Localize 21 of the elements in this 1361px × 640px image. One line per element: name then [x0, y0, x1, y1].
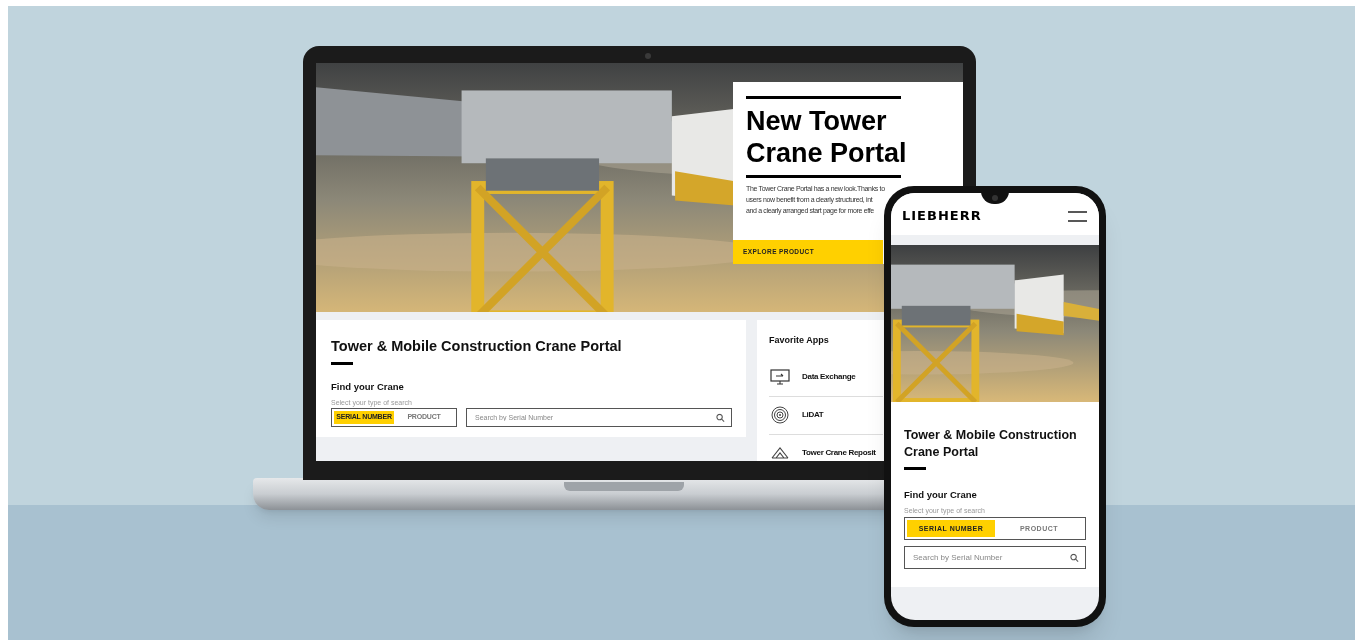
app-list-item[interactable]: Tower Crane Reposit — [769, 433, 883, 461]
menu-icon[interactable] — [1068, 210, 1087, 222]
app-label: Tower Crane Reposit — [802, 447, 876, 459]
search-icon[interactable] — [716, 413, 725, 422]
app-label: Data Exchange — [802, 370, 856, 383]
card-title: Favorite Apps — [769, 334, 830, 347]
app-label: LiDAT — [802, 409, 824, 421]
title-underline — [904, 467, 926, 470]
card-title: Tower & Mobile Construction Crane Portal — [904, 427, 1078, 461]
app-list-item[interactable]: LiDAT — [769, 395, 883, 434]
section-heading: Find your Crane — [331, 379, 405, 394]
section-heading: Find your Crane — [904, 488, 978, 502]
search-icon[interactable] — [1070, 553, 1079, 563]
signal-icon — [771, 406, 789, 424]
camera-icon — [645, 53, 651, 59]
title-underline — [331, 361, 353, 365]
app-list-item[interactable]: Data Exchange — [769, 357, 883, 396]
search-field[interactable]: Search by Serial Number — [904, 546, 1086, 570]
monitor-icon — [770, 368, 790, 385]
network-icon — [770, 446, 790, 460]
card-title: Tower & Mobile Construction Crane Portal — [331, 337, 623, 356]
